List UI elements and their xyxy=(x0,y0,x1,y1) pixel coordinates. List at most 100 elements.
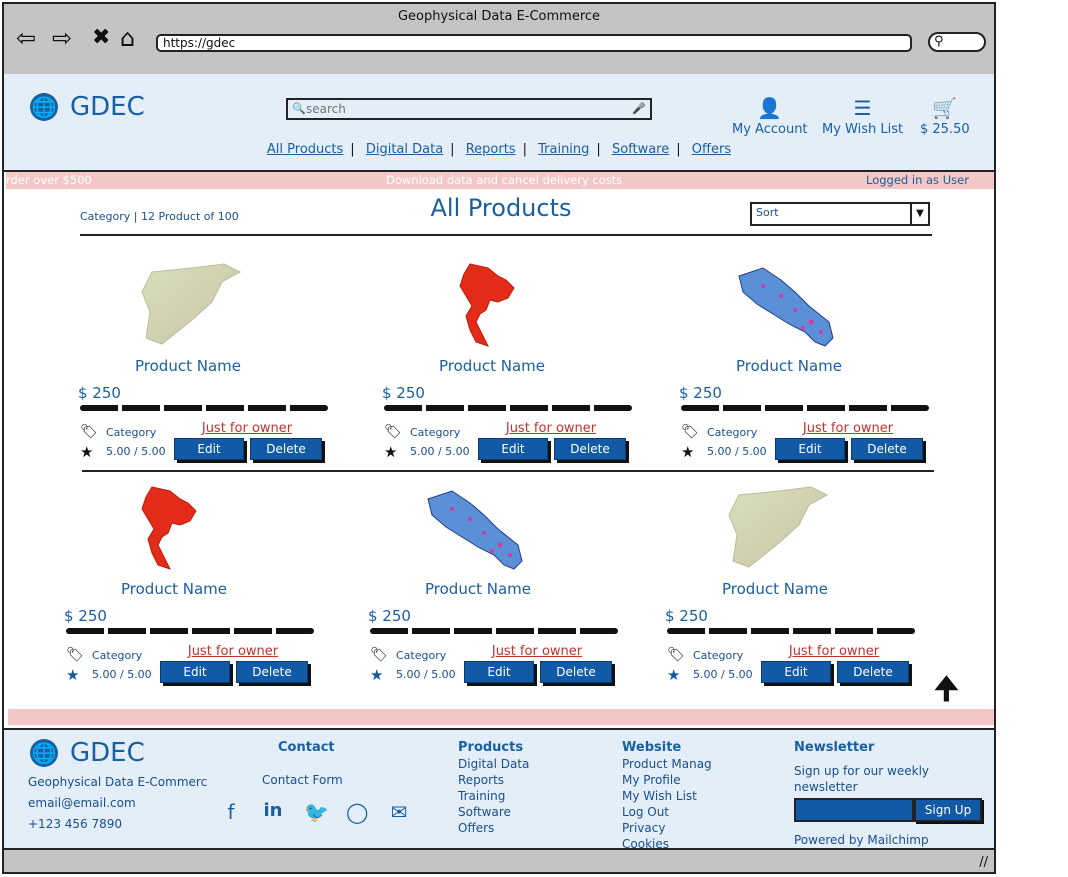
product-name[interactable]: Product Name xyxy=(665,580,885,598)
twitter-icon[interactable]: 🐦 xyxy=(304,800,329,824)
product-card[interactable]: Product Name $ 250 🏷 Category ★ 5.00 / 5.00 Ju… xyxy=(679,262,939,472)
login-status[interactable]: Logged in as User xyxy=(866,172,969,189)
tag-icon: 🏷 xyxy=(80,424,98,440)
product-card[interactable]: Product Name $ 250 🏷 Category ★ 5.00 / 5.00 Ju… xyxy=(368,485,628,695)
search-icon: 🔍 xyxy=(292,102,306,115)
product-price: $ 250 xyxy=(64,607,107,625)
linkedin-icon[interactable]: in xyxy=(262,800,284,824)
chevron-down-icon: ▼ xyxy=(910,204,928,224)
footer-link-log-out[interactable]: Log Out xyxy=(622,804,712,820)
facebook-icon[interactable]: f xyxy=(220,800,242,824)
footer-link-offers[interactable]: Offers xyxy=(458,820,529,836)
footer-link-product-management[interactable]: Product Manag xyxy=(622,756,712,772)
close-icon[interactable]: ✖ xyxy=(92,25,110,50)
star-icon: ★ xyxy=(667,666,681,684)
product-card[interactable]: Product Name $ 250 🏷 Category ★ 5.00 / 5.00 Ju… xyxy=(665,485,925,695)
product-card[interactable]: Product Name $ 250 🏷 Category ★ 5.00 / 5.00 Ju… xyxy=(78,262,338,472)
sign-up-button[interactable]: Sign Up xyxy=(914,798,982,822)
resize-grip-icon[interactable]: // xyxy=(979,855,988,870)
my-account-button[interactable]: 👤 My Account xyxy=(732,94,808,137)
logo-text: GDEC xyxy=(70,92,145,122)
wish-list-button[interactable]: ☰ My Wish List xyxy=(822,94,903,137)
footer-link-training[interactable]: Training xyxy=(458,788,529,804)
mail-icon[interactable]: ✉ xyxy=(388,800,410,824)
tag-icon: 🏷 xyxy=(384,424,402,440)
menu-all-products[interactable]: All Products xyxy=(260,142,350,157)
company-name: Geophysical Data E-Commerc xyxy=(28,775,208,789)
edit-button[interactable]: Edit xyxy=(478,438,548,460)
footer-link-privacy[interactable]: Privacy xyxy=(622,820,712,836)
product-category[interactable]: Category xyxy=(396,649,446,662)
footer-link-reports[interactable]: Reports xyxy=(458,772,529,788)
edit-button[interactable]: Edit xyxy=(174,438,244,460)
product-price: $ 250 xyxy=(679,384,722,402)
my-account-label: My Account xyxy=(732,122,808,137)
owner-only-label: Just for owner xyxy=(802,421,894,436)
product-name[interactable]: Product Name xyxy=(78,357,298,375)
product-category[interactable]: Category xyxy=(106,426,156,439)
edit-button[interactable]: Edit xyxy=(464,661,534,683)
menu-digital-data[interactable]: Digital Data xyxy=(359,142,450,157)
product-price: $ 250 xyxy=(78,384,121,402)
product-image[interactable] xyxy=(118,485,228,573)
delete-button[interactable]: Delete xyxy=(837,661,909,683)
browser-search-box[interactable]: ⚲ xyxy=(928,32,986,52)
delete-button[interactable]: Delete xyxy=(851,438,923,460)
newsletter-text-line2: newsletter xyxy=(794,780,858,794)
cart-button[interactable]: 🛒 $ 25.50 xyxy=(920,94,970,137)
newsletter-email-input[interactable] xyxy=(794,798,914,822)
search-bar: 🔍 🎤 xyxy=(286,98,652,120)
product-image[interactable] xyxy=(733,262,843,350)
product-category[interactable]: Category xyxy=(410,426,460,439)
site-header: 🌐 GDEC 🔍 🎤 👤 My Account ☰ My Wish List 🛒… xyxy=(4,74,994,172)
menu-offers[interactable]: Offers xyxy=(685,142,738,157)
home-icon[interactable]: ⌂ xyxy=(120,24,135,52)
delete-button[interactable]: Delete xyxy=(540,661,612,683)
edit-button[interactable]: Edit xyxy=(761,661,831,683)
product-category[interactable]: Category xyxy=(693,649,743,662)
product-name[interactable]: Product Name xyxy=(679,357,899,375)
address-bar[interactable]: https://gdec xyxy=(156,34,912,52)
microphone-icon[interactable]: 🎤 xyxy=(632,100,646,118)
owner-only-label: Just for owner xyxy=(788,644,880,659)
instagram-icon[interactable]: ◯ xyxy=(346,800,368,824)
search-input[interactable] xyxy=(306,101,626,117)
product-name[interactable]: Product Name xyxy=(382,357,602,375)
divider xyxy=(80,234,932,236)
delete-button[interactable]: Delete xyxy=(250,438,322,460)
product-image[interactable] xyxy=(132,262,242,350)
edit-button[interactable]: Edit xyxy=(775,438,845,460)
product-card[interactable]: Product Name $ 250 🏷 Category ★ 5.00 / 5.00 Ju… xyxy=(382,262,642,472)
product-category[interactable]: Category xyxy=(707,426,757,439)
product-name[interactable]: Product Name xyxy=(368,580,588,598)
edit-button[interactable]: Edit xyxy=(160,661,230,683)
menu-reports[interactable]: Reports xyxy=(459,142,523,157)
back-icon[interactable]: ⇦ xyxy=(16,24,36,52)
pink-divider-bar xyxy=(8,709,994,725)
footer-link-digital-data[interactable]: Digital Data xyxy=(458,756,529,772)
forward-icon[interactable]: ⇨ xyxy=(52,24,72,52)
menu-training[interactable]: Training xyxy=(531,142,596,157)
product-name[interactable]: Product Name xyxy=(64,580,284,598)
site-logo[interactable]: 🌐 GDEC xyxy=(30,92,145,122)
sort-select[interactable]: Sort ▼ xyxy=(750,202,930,226)
newsletter-heading: Newsletter xyxy=(794,740,875,755)
footer-link-my-profile[interactable]: My Profile xyxy=(622,772,712,788)
menu-software[interactable]: Software xyxy=(605,142,676,157)
footer-link-software[interactable]: Software xyxy=(458,804,529,820)
product-card[interactable]: Product Name $ 250 🏷 Category ★ 5.00 / 5.00 Ju… xyxy=(64,485,324,695)
delete-button[interactable]: Delete xyxy=(236,661,308,683)
product-description-scribble xyxy=(370,628,618,634)
delete-button[interactable]: Delete xyxy=(554,438,626,460)
product-image[interactable] xyxy=(719,485,829,573)
owner-only-label: Just for owner xyxy=(505,421,597,436)
company-email[interactable]: email@email.com xyxy=(28,793,207,814)
product-image[interactable] xyxy=(422,485,532,573)
footer-logo[interactable]: 🌐 GDEC xyxy=(30,738,145,768)
product-category[interactable]: Category xyxy=(92,649,142,662)
powered-by-text: Powered by Mailchimp xyxy=(794,833,929,847)
footer-link-wish-list[interactable]: My Wish List xyxy=(622,788,712,804)
product-rating: 5.00 / 5.00 xyxy=(693,668,753,681)
contact-form-link[interactable]: Contact Form xyxy=(262,772,343,788)
product-image[interactable] xyxy=(436,262,546,350)
